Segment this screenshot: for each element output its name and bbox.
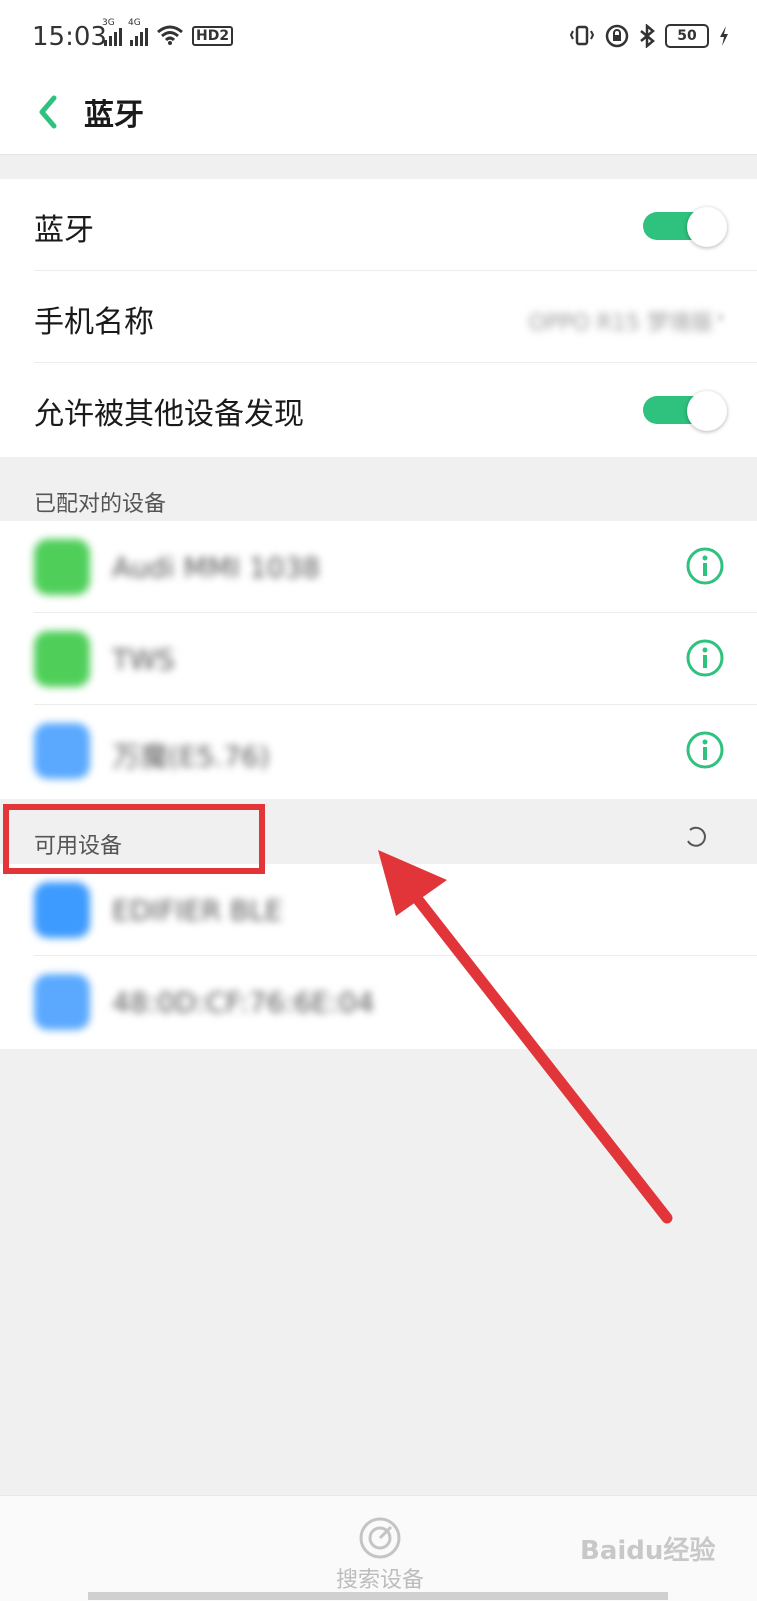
paired-device-row[interactable]: Audi MMI 1038 — [0, 521, 757, 613]
info-icon[interactable] — [685, 638, 725, 678]
paired-header: 已配对的设备 — [34, 492, 167, 517]
bluetooth-row[interactable]: 蓝牙 — [0, 179, 757, 271]
device-name: 万魔(E5.76) — [112, 740, 270, 773]
available-device-row[interactable]: EDIFIER BLE — [0, 864, 757, 956]
available-list: EDIFIER BLE 48:0D:CF:76:6E:04 — [0, 864, 757, 1049]
bluetooth-device-icon — [34, 974, 90, 1030]
bluetooth-label: 蓝牙 — [34, 213, 94, 248]
bottom-strip — [88, 1592, 668, 1600]
device-name: EDIFIER BLE — [112, 894, 283, 927]
discoverable-toggle[interactable] — [643, 391, 727, 431]
phone-name-value: OPPO R15 梦境版 — [528, 311, 713, 336]
discoverable-label: 允许被其他设备发现 — [34, 397, 304, 432]
signal-3g-icon: 3G — [102, 18, 122, 46]
status-bar: 15:03 3G 4G HD2 50 — [0, 0, 757, 80]
back-chevron-icon[interactable] — [30, 88, 70, 136]
device-name: TWS — [112, 643, 175, 676]
search-devices-button[interactable]: 搜索设备 — [320, 1516, 440, 1596]
charging-icon — [720, 26, 728, 46]
bluetooth-toggle[interactable] — [643, 207, 727, 247]
paired-list: Audi MMI 1038 TWS 万魔(E5.76) — [0, 521, 757, 799]
info-icon[interactable] — [685, 730, 725, 770]
status-time: 15:03 — [32, 22, 107, 52]
wifi-icon — [157, 25, 183, 45]
search-devices-label: 搜索设备 — [335, 1568, 424, 1593]
annotation-highlight-box — [3, 804, 265, 874]
phone-name-label: 手机名称 — [34, 305, 154, 340]
info-icon[interactable] — [685, 546, 725, 586]
bluetooth-icon — [640, 24, 655, 48]
car-device-icon — [34, 539, 90, 595]
status-left-icons: 3G 4G HD2 — [102, 18, 234, 46]
page-title: 蓝牙 — [84, 98, 144, 133]
chevron-right-icon: › — [716, 305, 725, 330]
discoverable-row[interactable]: 允许被其他设备发现 — [0, 363, 757, 455]
signal2-tag: 4G — [128, 18, 141, 28]
phone-name-row[interactable]: 手机名称 OPPO R15 梦境版 › — [0, 271, 757, 363]
paired-device-row[interactable]: 万魔(E5.76) — [0, 705, 757, 797]
computer-device-icon — [34, 723, 90, 779]
battery-icon: 50 — [665, 24, 709, 48]
signal-4g-icon: 4G — [128, 18, 148, 46]
settings-card: 蓝牙 手机名称 OPPO R15 梦境版 › 允许被其他设备发现 — [0, 179, 757, 457]
signal1-tag: 3G — [102, 18, 115, 28]
lock-rotation-icon — [605, 24, 629, 48]
paired-device-row[interactable]: TWS — [0, 613, 757, 705]
status-right-icons: 50 — [569, 24, 729, 48]
headset-device-icon — [34, 631, 90, 687]
available-device-row[interactable]: 48:0D:CF:76:6E:04 — [0, 956, 757, 1048]
baidu-watermark: Baidu经验 — [580, 1536, 716, 1566]
vibrate-icon — [569, 25, 595, 46]
bluetooth-device-icon — [34, 882, 90, 938]
device-name: Audi MMI 1038 — [112, 551, 321, 584]
loading-spinner-icon — [687, 826, 706, 847]
radar-search-icon — [359, 1517, 401, 1559]
header: 蓝牙 — [0, 80, 757, 155]
hd-icon: HD2 — [192, 26, 234, 46]
device-name: 48:0D:CF:76:6E:04 — [112, 986, 375, 1019]
